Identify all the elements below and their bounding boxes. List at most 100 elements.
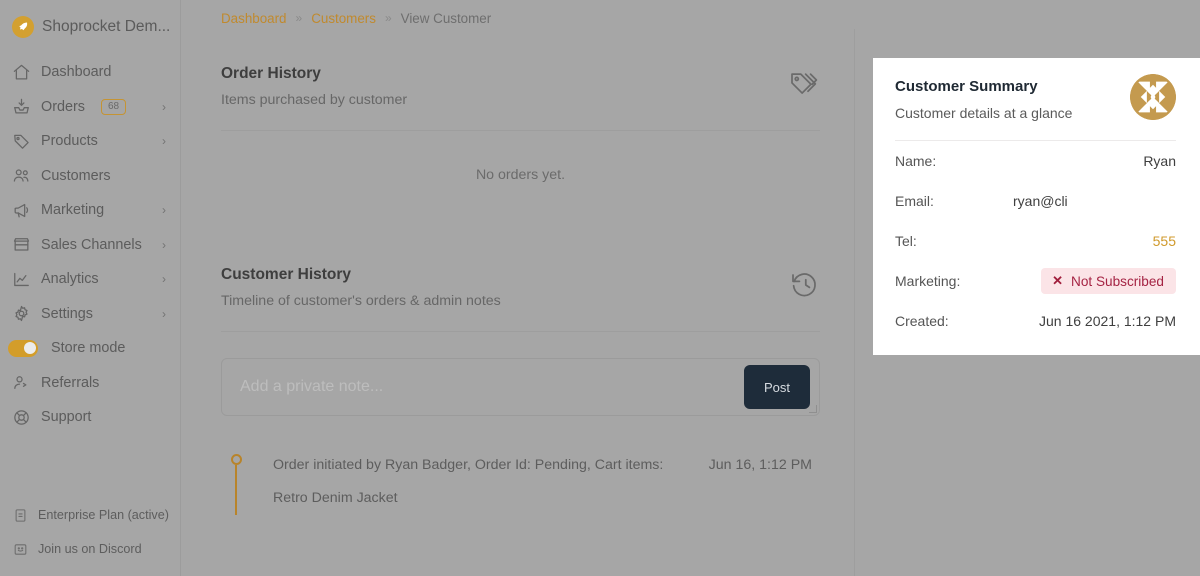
sidebar-item-label: Dashboard xyxy=(41,64,112,81)
summary-value-tel[interactable]: 555 xyxy=(1013,233,1176,249)
summary-key: Tel: xyxy=(895,233,917,249)
note-input[interactable] xyxy=(238,377,744,397)
customer-history-panel: Customer History Timeline of customer's … xyxy=(181,230,854,515)
history-icon xyxy=(789,269,820,305)
sidebar-item-label: Products xyxy=(41,133,98,150)
orders-count-badge: 68 xyxy=(100,98,127,115)
note-composer[interactable]: Post xyxy=(221,358,820,416)
megaphone-icon xyxy=(12,201,31,220)
discord-link-label: Join us on Discord xyxy=(38,542,142,556)
gear-icon xyxy=(12,304,31,323)
timeline-entry-text-line2: Retro Denim Jacket xyxy=(273,490,398,506)
chevron-right-icon: › xyxy=(162,99,166,114)
customer-summary-heading-group: Customer Summary Customer details at a g… xyxy=(895,78,1072,121)
summary-value-email: ryan@cli xyxy=(1013,193,1068,209)
sidebar: Shoprocket Dem... Dashboard Orders 68 › xyxy=(0,0,181,576)
customer-summary-card: Customer Summary Customer details at a g… xyxy=(873,58,1200,355)
chevron-right-icon: › xyxy=(162,272,166,287)
tag-icon xyxy=(12,132,31,151)
content-wrap: Order History Items purchased by custome… xyxy=(181,29,1200,576)
summary-value-created: Jun 16 2021, 1:12 PM xyxy=(1039,313,1176,329)
plan-status[interactable]: Enterprise Plan (active) xyxy=(0,498,180,532)
order-history-heading-group: Order History Items purchased by custome… xyxy=(221,65,407,108)
sidebar-item-label: Settings xyxy=(41,305,93,322)
sidebar-item-marketing[interactable]: Marketing › xyxy=(0,193,180,228)
post-note-button[interactable]: Post xyxy=(744,365,810,409)
status-badge: ✕ Not Subscribed xyxy=(1041,268,1176,294)
summary-row-created: Created: Jun 16 2021, 1:12 PM xyxy=(895,301,1176,341)
sidebar-nav: Dashboard Orders 68 › Products › Custome… xyxy=(0,55,180,435)
summary-key: Created: xyxy=(895,313,949,329)
breadcrumb-item-dashboard[interactable]: Dashboard xyxy=(221,11,287,26)
storefront-icon xyxy=(12,235,31,254)
timeline: Order initiated by Ryan Badger, Order Id… xyxy=(221,444,820,515)
summary-key: Email: xyxy=(895,193,934,209)
rocket-icon xyxy=(12,16,34,38)
sidebar-item-products[interactable]: Products › xyxy=(0,124,180,159)
breadcrumb-separator: » xyxy=(295,11,303,25)
sidebar-item-label: Store mode xyxy=(51,340,126,357)
user-plus-icon xyxy=(12,373,31,392)
identicon-avatar xyxy=(1130,74,1176,120)
discord-link[interactable]: Join us on Discord xyxy=(0,532,180,566)
aside-column: Customer Summary Customer details at a g… xyxy=(855,29,1200,576)
sidebar-item-orders[interactable]: Orders 68 › xyxy=(0,90,180,125)
users-icon xyxy=(12,166,31,185)
summary-value-marketing: ✕ Not Subscribed xyxy=(1013,268,1176,294)
customer-history-subtitle: Timeline of customer's orders & admin no… xyxy=(221,293,501,309)
summary-row-email: Email: ryan@cli xyxy=(895,181,1176,221)
sidebar-item-referrals[interactable]: Referrals xyxy=(0,366,180,401)
breadcrumb: Dashboard » Customers » View Customer xyxy=(181,0,1200,29)
sidebar-item-store-mode[interactable]: Store mode xyxy=(0,331,180,366)
brand-name: Shoprocket Dem... xyxy=(42,18,171,35)
customer-history-title: Customer History xyxy=(221,266,352,283)
discord-icon xyxy=(12,541,28,557)
sidebar-item-support[interactable]: Support xyxy=(0,400,180,435)
order-history-subtitle: Items purchased by customer xyxy=(221,92,408,108)
customer-history-header: Customer History Timeline of customer's … xyxy=(221,230,820,309)
order-history-panel: Order History Items purchased by custome… xyxy=(181,29,854,183)
chevron-right-icon: › xyxy=(162,134,166,149)
summary-key: Marketing: xyxy=(895,273,961,289)
breadcrumb-item-customers[interactable]: Customers xyxy=(311,11,376,26)
chevron-right-icon: › xyxy=(162,306,166,321)
customer-history-divider xyxy=(221,331,820,332)
breadcrumb-separator: » xyxy=(384,11,392,25)
sidebar-item-settings[interactable]: Settings › xyxy=(0,297,180,332)
chevron-right-icon: › xyxy=(162,203,166,218)
chevron-right-icon: › xyxy=(162,237,166,252)
brand[interactable]: Shoprocket Dem... xyxy=(0,0,180,40)
timeline-entry-text-group: Order initiated by Ryan Badger, Order Id… xyxy=(273,449,663,515)
order-history-empty: No orders yet. xyxy=(475,167,566,183)
textarea-resize-handle[interactable] xyxy=(809,405,817,413)
summary-row-name: Name: Ryan xyxy=(895,141,1176,181)
timeline-line xyxy=(235,465,237,515)
customer-summary-subtitle: Customer details at a glance xyxy=(895,105,1073,121)
document-icon xyxy=(12,507,28,523)
customer-history-heading-group: Customer History Timeline of customer's … xyxy=(221,266,501,309)
sidebar-item-label: Referrals xyxy=(41,374,100,391)
timeline-entry-text: Order initiated by Ryan Badger, Order Id… xyxy=(273,457,664,473)
main-area: Dashboard » Customers » View Customer Or… xyxy=(181,0,1200,576)
sidebar-item-label: Support xyxy=(41,409,92,426)
sidebar-item-analytics[interactable]: Analytics › xyxy=(0,262,180,297)
x-mark-icon: ✕ xyxy=(1052,273,1064,288)
status-badge-label: Not Subscribed xyxy=(1071,273,1164,289)
sidebar-item-sales-channels[interactable]: Sales Channels › xyxy=(0,228,180,263)
sidebar-item-label: Orders xyxy=(41,98,85,115)
tags-icon xyxy=(788,68,820,105)
timeline-dot-icon xyxy=(230,454,242,465)
sidebar-item-customers[interactable]: Customers xyxy=(0,159,180,194)
sidebar-item-label: Sales Channels xyxy=(41,236,142,253)
breadcrumb-item-view-customer: View Customer xyxy=(400,10,492,26)
plan-status-label: Enterprise Plan (active) xyxy=(38,508,169,522)
summary-row-marketing: Marketing: ✕ Not Subscribed xyxy=(895,261,1176,301)
order-history-title: Order History xyxy=(221,65,321,82)
home-icon xyxy=(12,63,31,82)
timeline-entry: Order initiated by Ryan Badger, Order Id… xyxy=(251,444,820,515)
sidebar-item-dashboard[interactable]: Dashboard xyxy=(0,55,180,90)
content-column: Order History Items purchased by custome… xyxy=(181,29,855,576)
app-root: Shoprocket Dem... Dashboard Orders 68 › xyxy=(0,0,1200,576)
store-mode-toggle[interactable] xyxy=(8,339,38,357)
chart-icon xyxy=(12,270,31,289)
